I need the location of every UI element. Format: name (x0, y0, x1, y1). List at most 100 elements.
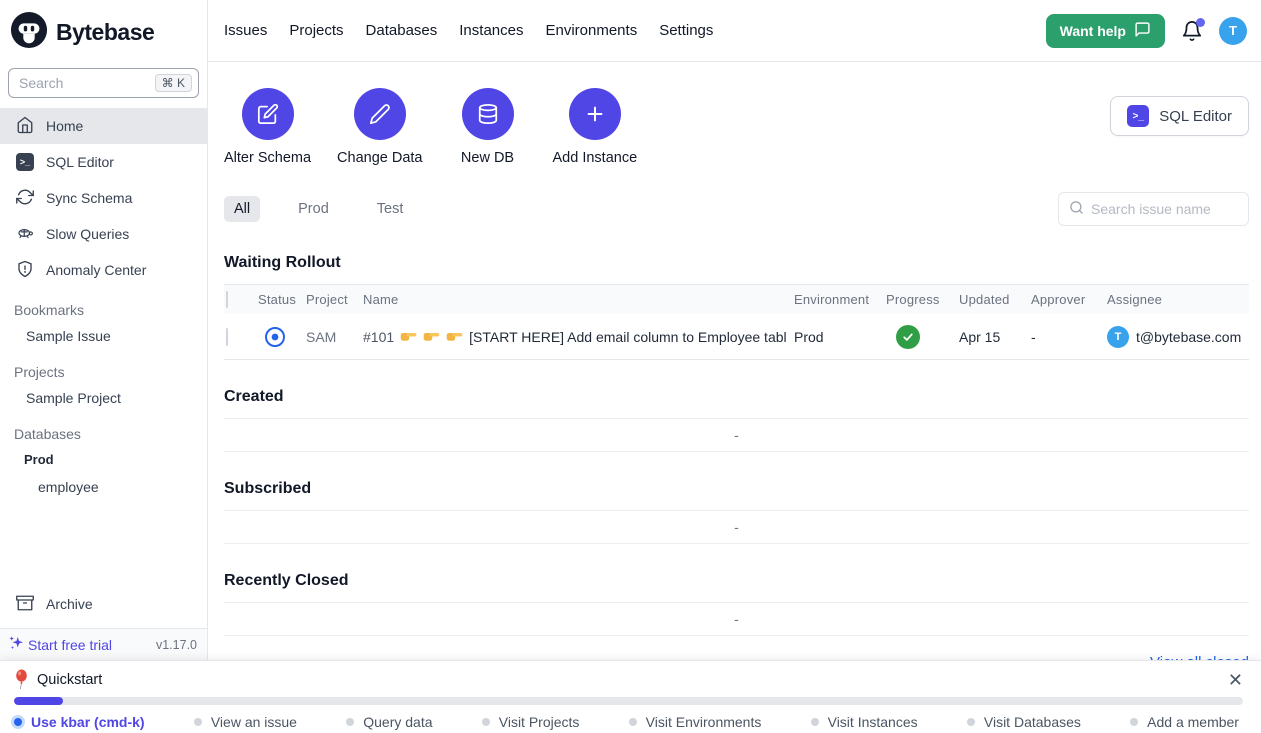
col-status: Status (250, 292, 298, 307)
sidebar-item-prod-env[interactable]: Prod (0, 446, 207, 473)
search-input[interactable]: Search ⌘ K (8, 68, 199, 98)
nav-environments[interactable]: Environments (545, 22, 637, 39)
want-help-button[interactable]: Want help (1046, 14, 1165, 48)
new-db-button[interactable]: New DB (449, 88, 527, 166)
sidebar-item-sample-project[interactable]: Sample Project (0, 384, 207, 412)
view-all-row: View all closed (224, 636, 1249, 660)
user-avatar[interactable]: T (1219, 17, 1247, 45)
subscribed-empty: - (224, 510, 1249, 544)
step-label: Visit Instances (828, 714, 918, 730)
nav-settings[interactable]: Settings (659, 22, 713, 39)
add-instance-button[interactable]: Add Instance (553, 88, 638, 166)
sidebar-footer: Start free trial v1.17.0 (0, 628, 207, 660)
issue-approver: - (1023, 329, 1099, 345)
tab-all[interactable]: All (224, 196, 260, 222)
main: Issues Projects Databases Instances Envi… (208, 0, 1261, 660)
issue-search-input[interactable]: Search issue name (1058, 192, 1249, 226)
sidebar-item-sample-issue[interactable]: Sample Issue (0, 322, 207, 350)
section-label: Bookmarks (0, 298, 207, 322)
col-assignee: Assignee (1099, 292, 1249, 307)
archive-label: Archive (46, 596, 93, 612)
sidebar-item-employee-db[interactable]: employee (0, 473, 207, 501)
chat-bubble-icon (1134, 21, 1151, 41)
sidebar-item-slow-queries[interactable]: Slow Queries (0, 216, 207, 252)
quickstart-step-visit-projects[interactable]: Visit Projects (482, 714, 580, 730)
sidebar-item-sql-editor[interactable]: >_ SQL Editor (0, 144, 207, 180)
nav-instances[interactable]: Instances (459, 22, 523, 39)
content: Alter Schema Change Data New DB (208, 62, 1261, 660)
section-label: Projects (0, 360, 207, 384)
quickstart-step-view-issue[interactable]: View an issue (194, 714, 297, 730)
issue-title: [START HERE] Add email column to Employe… (469, 329, 786, 345)
sql-editor-button[interactable]: >_ SQL Editor (1110, 96, 1249, 136)
sidebar: Bytebase Search ⌘ K Home >_ SQL Editor S… (0, 0, 208, 660)
quickstart-progress-track (14, 697, 1243, 705)
quickstart-step-visit-instances[interactable]: Visit Instances (811, 714, 918, 730)
tab-test[interactable]: Test (367, 196, 414, 222)
turtle-icon (16, 224, 34, 245)
brand-logo[interactable]: Bytebase (0, 0, 207, 64)
notification-dot (1196, 18, 1205, 27)
close-icon[interactable]: ✕ (1228, 671, 1243, 689)
sync-icon (16, 188, 34, 209)
issue-row-101[interactable]: SAM #101 [START HERE] Add email column t… (224, 314, 1249, 360)
pointing-right-emoji (446, 330, 463, 343)
sidebar-item-label: Anomaly Center (46, 262, 146, 278)
step-label: Visit Projects (499, 714, 580, 730)
new-db-label: New DB (461, 150, 514, 166)
shield-alert-icon (16, 260, 34, 281)
sidebar-item-anomaly-center[interactable]: Anomaly Center (0, 252, 207, 288)
sidebar-item-home[interactable]: Home (0, 108, 207, 144)
quickstart-step-visit-environments[interactable]: Visit Environments (629, 714, 762, 730)
issue-assignee: T t@bytebase.com (1099, 326, 1249, 348)
col-progress: Progress (878, 292, 951, 307)
quickstart-title-wrap: Quickstart (14, 669, 102, 690)
topbar-right: Want help T (1046, 14, 1247, 48)
quickstart-header: Quickstart ✕ (14, 669, 1243, 690)
row-checkbox[interactable] (226, 328, 228, 346)
quickstart-step-kbar[interactable]: Use kbar (cmd-k) (14, 714, 145, 730)
pointing-right-emoji (400, 330, 417, 343)
database-icon (462, 88, 514, 140)
alter-schema-button[interactable]: Alter Schema (224, 88, 311, 166)
col-approver: Approver (1023, 292, 1099, 307)
app: Bytebase Search ⌘ K Home >_ SQL Editor S… (0, 0, 1261, 660)
pencil-icon (354, 88, 406, 140)
select-all-checkbox[interactable] (226, 291, 228, 308)
start-free-trial-link[interactable]: Start free trial (8, 634, 112, 655)
quickstart-step-visit-databases[interactable]: Visit Databases (967, 714, 1081, 730)
nav-issues[interactable]: Issues (224, 22, 267, 39)
issue-id: #101 (363, 329, 394, 345)
quickstart-step-query-data[interactable]: Query data (346, 714, 432, 730)
assignee-email: t@bytebase.com (1136, 329, 1241, 345)
pointing-right-emoji (423, 330, 440, 343)
issue-updated: Apr 15 (951, 329, 1023, 345)
home-icon (16, 116, 34, 137)
sql-editor-label: SQL Editor (1159, 108, 1232, 125)
sidebar-item-archive[interactable]: Archive (0, 586, 207, 622)
notification-bell-icon[interactable] (1181, 20, 1203, 42)
top-navigation: Issues Projects Databases Instances Envi… (208, 0, 1261, 62)
sidebar-section-databases: Databases Prod employee (0, 422, 207, 501)
nav-databases[interactable]: Databases (366, 22, 438, 39)
step-dot-icon (629, 718, 637, 726)
plus-icon (569, 88, 621, 140)
step-label: Visit Databases (984, 714, 1081, 730)
sidebar-item-label: SQL Editor (46, 154, 114, 170)
col-environment: Environment (786, 292, 878, 307)
terminal-icon: >_ (1127, 105, 1149, 127)
sidebar-item-sync-schema[interactable]: Sync Schema (0, 180, 207, 216)
environment-tabs: All Prod Test (224, 196, 413, 222)
nav-projects[interactable]: Projects (289, 22, 343, 39)
quickstart-progress-fill (14, 697, 63, 705)
quickstart-step-add-member[interactable]: Add a member (1130, 714, 1239, 730)
issue-status-open-icon (250, 326, 298, 348)
change-data-button[interactable]: Change Data (337, 88, 422, 166)
tab-prod[interactable]: Prod (288, 196, 339, 222)
issue-name: #101 [START HERE] Add email column to Em… (355, 329, 786, 345)
version-label: v1.17.0 (156, 638, 197, 652)
issue-project: SAM (298, 329, 355, 345)
alter-schema-label: Alter Schema (224, 150, 311, 166)
quickstart-steps: Use kbar (cmd-k) View an issue Query dat… (14, 714, 1243, 730)
start-free-trial-label: Start free trial (28, 637, 112, 653)
